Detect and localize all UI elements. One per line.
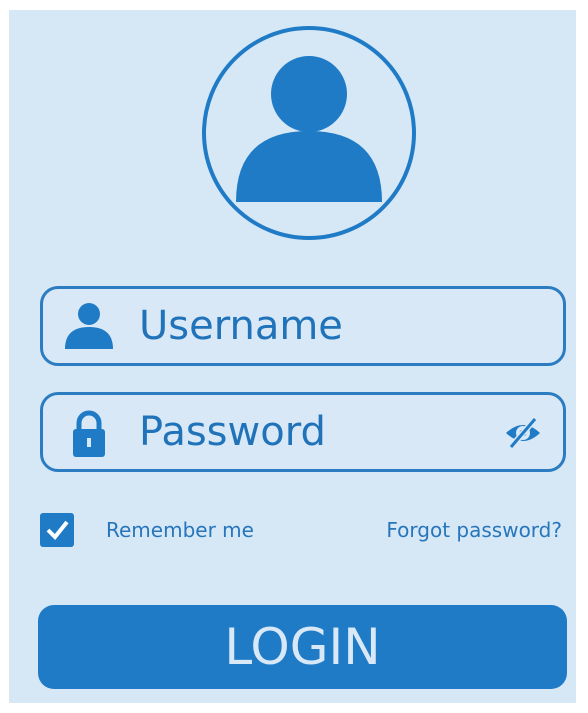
lock-icon [63, 409, 115, 463]
user-icon [63, 303, 115, 355]
login-button[interactable]: LOGIN [38, 605, 567, 689]
password-input[interactable] [139, 403, 499, 461]
eye-off-icon[interactable] [503, 415, 543, 451]
password-field[interactable] [40, 392, 566, 472]
login-panel: Remember me Forgot password? LOGIN [9, 10, 576, 703]
checkmark-icon [46, 520, 69, 540]
username-field[interactable] [40, 286, 566, 366]
username-input[interactable] [139, 297, 499, 355]
remember-me-label[interactable]: Remember me [106, 518, 254, 542]
user-avatar-icon [202, 26, 416, 240]
remember-me-checkbox[interactable] [40, 513, 74, 547]
login-screen: Remember me Forgot password? LOGIN [0, 0, 588, 713]
forgot-password-link[interactable]: Forgot password? [386, 518, 562, 542]
